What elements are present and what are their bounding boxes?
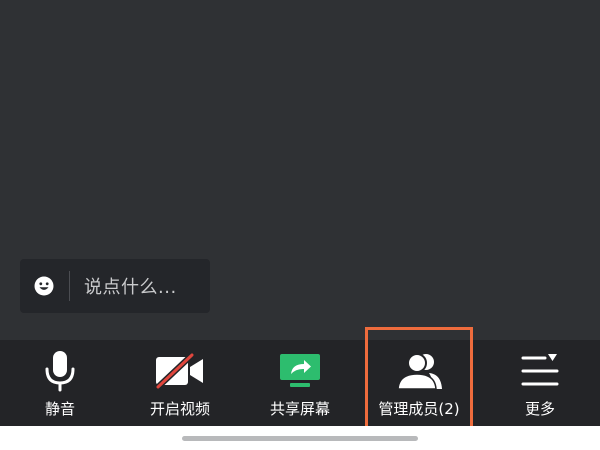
home-indicator-area (0, 426, 600, 450)
members-icon (395, 348, 443, 394)
more-label: 更多 (524, 400, 555, 418)
emoji-icon[interactable] (34, 276, 54, 296)
start-video-label: 开启视频 (149, 400, 210, 418)
more-button[interactable]: 更多 (480, 340, 600, 426)
home-indicator[interactable] (182, 436, 418, 441)
start-video-button[interactable]: 开启视频 (120, 340, 240, 426)
chat-divider (69, 271, 70, 301)
more-menu-icon (521, 348, 559, 394)
meeting-toolbar: 静音 开启视频 共享屏幕 管理成员(2) 更多 (0, 327, 600, 429)
video-off-icon (154, 348, 206, 394)
manage-members-label: 管理成员(2) (378, 400, 460, 418)
share-screen-icon (278, 348, 322, 394)
video-stage: 说点什么... (0, 0, 600, 340)
microphone-icon (43, 348, 77, 394)
manage-members-button[interactable]: 管理成员(2) (365, 327, 473, 429)
chat-placeholder[interactable]: 说点什么... (84, 273, 177, 299)
share-screen-label: 共享屏幕 (269, 400, 330, 418)
share-screen-button[interactable]: 共享屏幕 (240, 340, 360, 426)
mute-button[interactable]: 静音 (0, 340, 120, 426)
chat-input-pill[interactable]: 说点什么... (20, 259, 210, 313)
mute-label: 静音 (44, 400, 75, 418)
